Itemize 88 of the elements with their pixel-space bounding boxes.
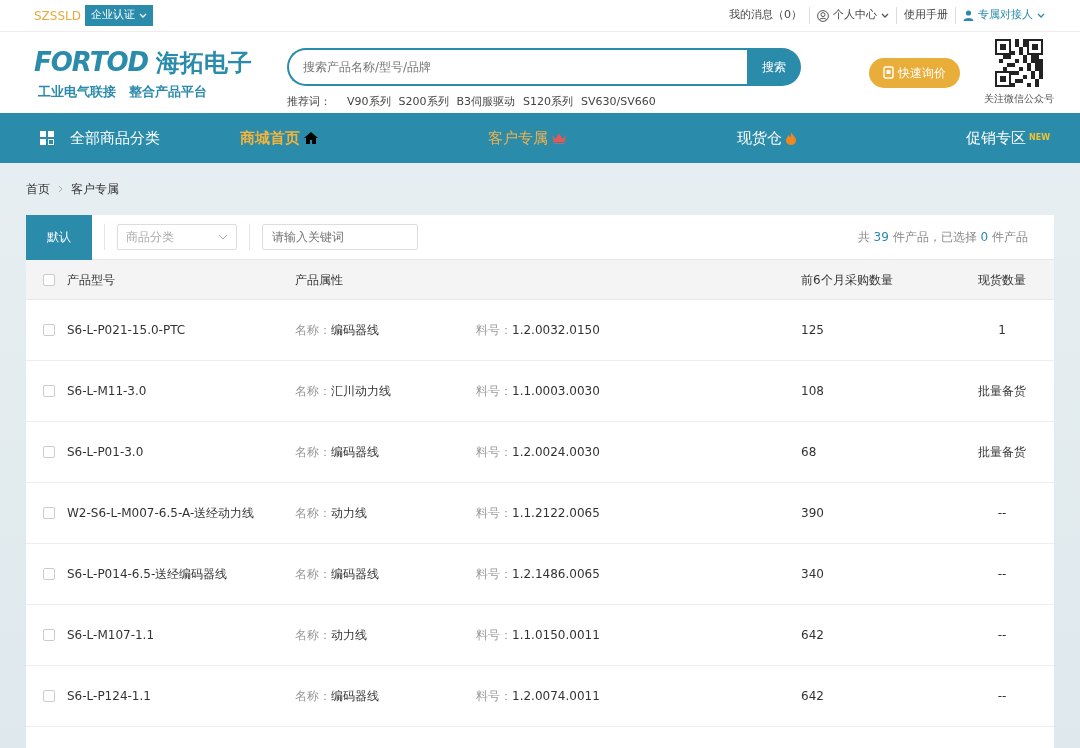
stock-quantity: --: [997, 506, 1007, 520]
stock-quantity: 1: [998, 323, 1006, 337]
model-number: S6-L-P021-15.0-PTC: [67, 322, 186, 339]
search-button[interactable]: 搜索: [747, 48, 801, 87]
top-link[interactable]: 我的消息（0）: [722, 7, 809, 24]
column-header: 产品属性: [295, 271, 343, 289]
product-name: 名称：编码器线: [295, 323, 379, 337]
recommend-link[interactable]: B3伺服驱动: [456, 94, 516, 111]
part-number: 料号：1.2.0024.0030: [476, 445, 600, 459]
certify-button[interactable]: 企业认证: [85, 5, 153, 26]
breadcrumb-link[interactable]: 客户专属: [71, 180, 119, 198]
chevron-right-icon: [58, 185, 63, 193]
product-name: 名称：编码器线: [295, 567, 379, 581]
recommend-link[interactable]: V90系列: [347, 94, 391, 111]
row-checkbox[interactable]: [43, 629, 55, 641]
purchase-quantity: 642: [801, 689, 824, 703]
model-number: S6-L-P124-1.1: [67, 688, 151, 705]
recommend-link[interactable]: S200系列: [398, 94, 449, 111]
stock-quantity: 批量备货: [978, 445, 1026, 459]
part-number: 料号：1.1.0003.0030: [476, 384, 600, 398]
new-label: NEW: [1029, 132, 1050, 144]
logo-mark: FORTOD: [34, 46, 149, 80]
purchase-quantity: 68: [801, 445, 817, 459]
stock-quantity: --: [997, 628, 1007, 642]
chevron-down-icon: [218, 234, 228, 240]
all-categories-link[interactable]: 全部商品分类: [70, 126, 160, 150]
chevron-down-icon: [1037, 12, 1045, 19]
search-field[interactable]: 搜索产品名称/型号/品牌: [287, 48, 747, 87]
top-link[interactable]: 使用手册: [896, 7, 955, 24]
model-number: W2-S6-L-M007-6.5-A-送经动力线: [67, 505, 255, 522]
product-name: 名称：编码器线: [295, 445, 379, 459]
row-checkbox[interactable]: [43, 568, 55, 580]
part-number: 料号：1.2.0074.0011: [476, 689, 600, 703]
document-icon: [883, 66, 894, 79]
flame-icon: [785, 131, 796, 145]
logo-slogan: 工业电气联接 整合产品平台: [37, 83, 208, 102]
purchase-quantity: 390: [801, 506, 824, 520]
row-checkbox[interactable]: [43, 324, 55, 336]
top-link[interactable]: 个人中心: [809, 7, 896, 24]
keyword-field[interactable]: 请输入关键词: [262, 224, 418, 250]
column-header: 现货数量: [978, 271, 1026, 289]
qr-caption: 关注微信公众号: [984, 92, 1054, 106]
model-number: S6-L-P01-3.0: [67, 444, 144, 461]
purchase-quantity: 125: [801, 323, 824, 337]
column-header: 产品型号: [67, 271, 115, 289]
house-icon: [304, 132, 318, 144]
product-count-summary: 共 39 件产品，已选择 0 件产品: [857, 229, 1029, 246]
recommend-label: 推荐词：: [287, 94, 331, 111]
product-name: 名称：编码器线: [295, 689, 379, 703]
account-name: SZSSLD: [34, 7, 81, 25]
stock-quantity: --: [997, 567, 1007, 581]
nav-link[interactable]: 现货仓: [736, 126, 796, 150]
column-header: 前6个月采购数量: [801, 271, 893, 289]
category-dropdown[interactable]: 商品分类: [117, 224, 237, 250]
product-name: 名称：动力线: [295, 506, 367, 520]
chevron-down-icon: [139, 12, 147, 19]
part-number: 料号：1.1.2122.0065: [476, 506, 600, 520]
product-name: 名称：汇川动力线: [295, 384, 391, 398]
select-all-checkbox[interactable]: [43, 273, 55, 286]
logo-name: 海拓电子: [156, 47, 253, 79]
sort-tab[interactable]: 默认: [26, 214, 92, 260]
nav-link[interactable]: 商城首页: [240, 126, 318, 150]
row-checkbox[interactable]: [43, 690, 55, 702]
chevron-down-icon: [881, 12, 889, 19]
purchase-quantity: 108: [801, 384, 824, 398]
part-number: 料号：1.2.0032.0150: [476, 323, 600, 337]
qr-code-icon: [995, 39, 1043, 87]
grid-icon: [40, 131, 54, 145]
stock-quantity: 批量备货: [978, 384, 1026, 398]
model-number: S6-L-M11-3.0: [67, 383, 147, 400]
top-link[interactable]: 专属对接人: [955, 7, 1052, 24]
part-number: 料号：1.2.1486.0065: [476, 567, 600, 581]
stock-quantity: --: [997, 689, 1007, 703]
recommend-link[interactable]: S120系列: [523, 94, 574, 111]
model-number: S6-L-P014-6.5-送经编码器线: [67, 566, 228, 583]
crown-icon: [552, 132, 567, 144]
person-icon: [963, 10, 974, 21]
breadcrumb-link[interactable]: 首页: [26, 180, 50, 198]
row-checkbox[interactable]: [43, 507, 55, 519]
purchase-quantity: 340: [801, 567, 824, 581]
purchase-quantity: 642: [801, 628, 824, 642]
part-number: 料号：1.1.0150.0011: [476, 628, 600, 642]
model-number: S6-L-M107-1.1: [67, 627, 155, 644]
row-checkbox[interactable]: [43, 385, 55, 397]
recommend-link[interactable]: SV630/SV660: [581, 94, 656, 111]
product-name: 名称：动力线: [295, 628, 367, 642]
user-icon: [817, 9, 829, 22]
row-checkbox[interactable]: [43, 446, 55, 458]
